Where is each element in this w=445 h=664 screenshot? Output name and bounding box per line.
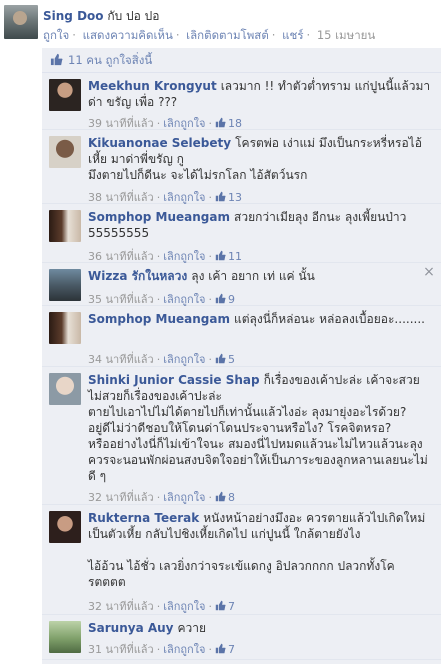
comment-item: Sarunya Auy ควาย 31 นาทีที่แล้ว · เลิกถูกใจ…	[42, 616, 441, 660]
thumbs-up-icon	[215, 491, 226, 502]
comment-item: Meekhun Krongyut เลวมาก !! ทำตัวต่ำทราม แ…	[42, 74, 441, 130]
comment-text: แต่ลุงนี่ก็หล่อนะ หล่อลงเบื้อยอะ........	[234, 312, 425, 326]
comment-time[interactable]: 38 นาทีที่แล้ว	[88, 191, 154, 204]
comment-like-count[interactable]: 18	[228, 117, 242, 130]
commenter-name[interactable]: Somphop Mueangam	[88, 210, 230, 224]
like-link[interactable]: ถูกใจ	[43, 28, 69, 42]
comment-like-count[interactable]: 9	[228, 293, 235, 306]
comment-item: Shinki Junior Cassie Shap ก็เรื่องของเค้า…	[42, 368, 441, 505]
separator-dot: ·	[72, 28, 76, 42]
comment-like-count[interactable]: 7	[228, 600, 235, 613]
comment-item: Rukterna Teerak หนังหน้าอย่างมึงอะ ควรตาย…	[42, 506, 441, 615]
post-author-avatar[interactable]	[4, 5, 38, 39]
unlike-link[interactable]: เลิกถูกใจ	[163, 643, 205, 656]
comment-text: ลุง เค้า อยาก เท่ แค่ นั้น	[191, 269, 315, 283]
post-title: Sing Doo กับ ปอ ปอ	[43, 7, 160, 26]
separator-dot: ·	[306, 28, 311, 42]
thumbs-up-icon	[215, 250, 226, 261]
share-link[interactable]: แชร์	[282, 28, 303, 42]
likes-summary[interactable]: 11 คน ถูกใจสิ่งนี้	[42, 48, 441, 73]
thumbs-up-icon	[215, 191, 226, 202]
comment-body: Rukterna Teerak หนังหน้าอย่างมึงอะ ควรตาย…	[88, 510, 431, 590]
commenter-name[interactable]: Rukterna Teerak	[88, 511, 199, 525]
thumbs-up-icon	[50, 53, 63, 66]
commenter-name[interactable]: Wizza รักในหลวง	[88, 269, 187, 283]
comment-time[interactable]: 32 นาทีที่แล้ว	[88, 600, 154, 613]
commenter-name[interactable]: Shinki Junior Cassie Shap	[88, 373, 260, 387]
comment-text: ควาย	[177, 621, 207, 635]
comment-time[interactable]: 39 นาทีที่แล้ว	[88, 117, 154, 130]
comment-meta: 32 นาทีที่แล้ว · เลิกถูกใจ · 7	[88, 600, 236, 613]
comment-meta: 32 นาทีที่แล้ว · เลิกถูกใจ · 8	[88, 491, 236, 504]
unlike-link[interactable]: เลิกถูกใจ	[163, 117, 205, 130]
comment-like-count[interactable]: 11	[228, 250, 242, 263]
comment-body: Sarunya Auy ควาย	[88, 620, 431, 636]
commenter-avatar[interactable]	[49, 373, 81, 405]
commenter-avatar[interactable]	[49, 621, 81, 653]
comment-body: Somphop Mueangam แต่ลุงนี่ก็หล่อนะ หล่อลง…	[88, 311, 431, 327]
separator-dot: ·	[271, 28, 276, 42]
comment-like-count[interactable]: 5	[228, 353, 235, 366]
separator-dot: ·	[175, 28, 180, 42]
comment-time[interactable]: 32 นาทีที่แล้ว	[88, 491, 154, 504]
commenter-avatar[interactable]	[49, 210, 81, 242]
unfollow-post-link[interactable]: เลิกติดตามโพสต์	[186, 28, 269, 42]
comment-item: Somphop Mueangam สวยกว่าเมียลุง อีกนะ ลุง…	[42, 205, 441, 263]
commenter-avatar[interactable]	[49, 511, 81, 543]
comment-meta: 39 นาทีที่แล้ว · เลิกถูกใจ · 18	[88, 117, 243, 130]
post-actions: ถูกใจ · แสดงความคิดเห็น · เลิกติดตามโพสต์ ·…	[43, 27, 375, 45]
comment-link[interactable]: แสดงความคิดเห็น	[83, 28, 173, 42]
post-timestamp[interactable]: 15 เมษายน	[317, 28, 375, 42]
close-icon[interactable]: ×	[423, 265, 435, 279]
comment-meta: 36 นาทีที่แล้ว · เลิกถูกใจ · 11	[88, 250, 243, 263]
commenter-name[interactable]: Sarunya Auy	[88, 621, 174, 635]
comment-body: Kikuanonae Selebety โครตพ่อ เง่าแม่ มึงเป…	[88, 135, 431, 183]
comment-like-count[interactable]: 7	[228, 643, 235, 656]
unlike-link[interactable]: เลิกถูกใจ	[163, 600, 205, 613]
comment-body: Meekhun Krongyut เลวมาก !! ทำตัวต่ำทราม แ…	[88, 78, 431, 110]
comment-body: Shinki Junior Cassie Shap ก็เรื่องของเค้า…	[88, 372, 431, 484]
comment-meta: 34 นาทีที่แล้ว · เลิกถูกใจ · 5	[88, 353, 236, 366]
thumbs-up-icon	[215, 293, 226, 304]
comment-body: Wizza รักในหลวง ลุง เค้า อยาก เท่ แค่ นั้…	[88, 268, 431, 284]
comment-body: Somphop Mueangam สวยกว่าเมียลุง อีกนะ ลุง…	[88, 209, 431, 241]
unlike-link[interactable]: เลิกถูกใจ	[163, 353, 205, 366]
unlike-link[interactable]: เลิกถูกใจ	[163, 491, 205, 504]
commenter-name[interactable]: Kikuanonae Selebety	[88, 136, 231, 150]
comment-meta: 38 นาทีที่แล้ว · เลิกถูกใจ · 13	[88, 191, 243, 204]
comment-like-count[interactable]: 13	[228, 191, 242, 204]
post-with-text: กับ ปอ ปอ	[107, 9, 160, 23]
comment-like-count[interactable]: 8	[228, 491, 235, 504]
commenter-avatar[interactable]	[49, 269, 81, 301]
comment-text: ก็เรื่องของเค้าปะล่ะ เค้าจะสวยไม่สวยก็เร…	[88, 373, 428, 483]
commenter-avatar[interactable]	[49, 79, 81, 111]
likes-count-text[interactable]: 11 คน ถูกใจสิ่งนี้	[68, 53, 152, 67]
thumbs-up-icon	[215, 643, 226, 654]
comment-time[interactable]: 31 นาทีที่แล้ว	[88, 643, 154, 656]
commenter-avatar[interactable]	[49, 312, 81, 344]
comments-section: 11 คน ถูกใจสิ่งนี้ Meekhun Krongyut เลวมา…	[42, 48, 441, 664]
unlike-link[interactable]: เลิกถูกใจ	[163, 191, 205, 204]
post-author-name[interactable]: Sing Doo	[43, 9, 104, 23]
commenter-name[interactable]: Somphop Mueangam	[88, 312, 230, 326]
comment-item: Kikuanonae Selebety โครตพ่อ เง่าแม่ มึงเป…	[42, 131, 441, 204]
comment-item: Wizza รักในหลวง ลุง เค้า อยาก เท่ แค่ นั้…	[42, 264, 441, 306]
unlike-link[interactable]: เลิกถูกใจ	[163, 293, 205, 306]
thumbs-up-icon	[215, 353, 226, 364]
commenter-avatar[interactable]	[49, 136, 81, 168]
comment-meta: 31 นาทีที่แล้ว · เลิกถูกใจ · 7	[88, 643, 236, 656]
comment-meta: 35 นาทีที่แล้ว · เลิกถูกใจ · 9	[88, 293, 236, 306]
comment-item: Somphop Mueangam แต่ลุงนี่ก็หล่อนะ หล่อลง…	[42, 307, 441, 367]
thumbs-up-icon	[215, 117, 226, 128]
comment-time[interactable]: 35 นาทีที่แล้ว	[88, 293, 154, 306]
comment-time[interactable]: 34 นาทีที่แล้ว	[88, 353, 154, 366]
unlike-link[interactable]: เลิกถูกใจ	[163, 250, 205, 263]
post-header: Sing Doo กับ ปอ ปอ ถูกใจ · แสดงความคิดเห็…	[0, 0, 445, 46]
commenter-name[interactable]: Meekhun Krongyut	[88, 79, 217, 93]
comment-time[interactable]: 36 นาทีที่แล้ว	[88, 250, 154, 263]
thumbs-up-icon	[215, 600, 226, 611]
